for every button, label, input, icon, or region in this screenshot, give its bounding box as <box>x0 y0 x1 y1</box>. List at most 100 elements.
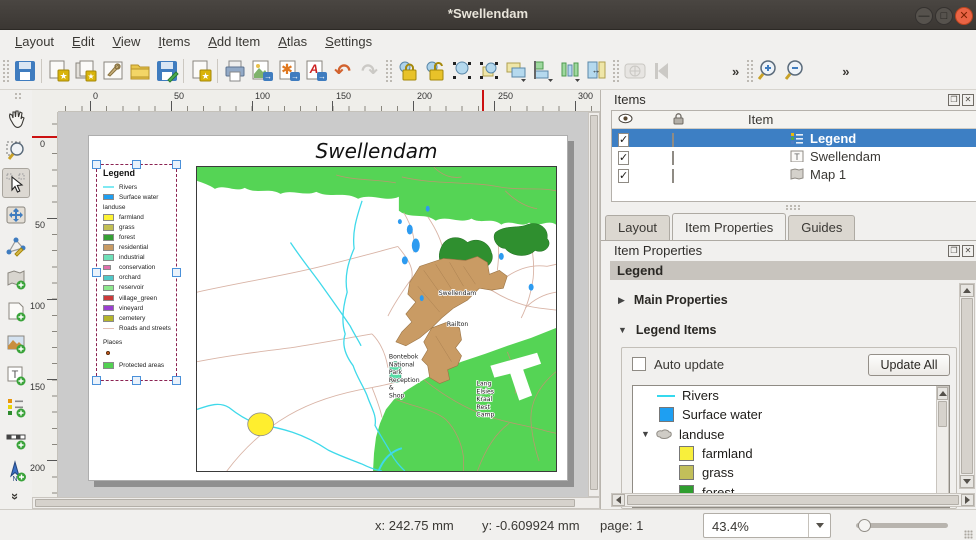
toolbar-grip[interactable] <box>2 59 9 83</box>
selection-handle-ne[interactable] <box>172 160 181 169</box>
zoom-tool-button[interactable] <box>2 136 30 166</box>
selection-handle-w[interactable] <box>92 268 101 277</box>
props-hscroll-thumb[interactable] <box>627 495 959 505</box>
scroll-left-button[interactable] <box>612 494 625 506</box>
list-item-surface-water[interactable]: Surface water <box>633 405 949 424</box>
list-vertical-scrollbar[interactable] <box>936 386 949 507</box>
scroll-up-button[interactable] <box>960 284 974 297</box>
palette-grip[interactable] <box>14 92 21 100</box>
zoom-level-combobox[interactable]: 43.4% <box>703 513 831 538</box>
palette-overflow-chevron[interactable]: » <box>2 488 30 504</box>
menu-edit[interactable]: Edit <box>63 31 103 52</box>
layout-manager-button[interactable] <box>99 57 126 85</box>
items-row-swellendam[interactable]: ✓ TSwellendam <box>612 147 976 165</box>
canvas-vertical-scrollbar[interactable] <box>588 112 600 497</box>
print-button[interactable] <box>221 57 248 85</box>
items-row-legend[interactable]: ✓ Legend <box>612 129 976 147</box>
layout-canvas[interactable]: Swellendam <box>58 112 588 497</box>
ungroup-items-button[interactable] <box>475 57 502 85</box>
duplicate-layout-button[interactable]: ★ <box>72 57 99 85</box>
align-items-button[interactable] <box>529 57 556 85</box>
menu-add-item[interactable]: Add Item <box>199 31 269 52</box>
menu-view[interactable]: View <box>103 31 149 52</box>
visibility-checkbox[interactable]: ✓ <box>618 169 629 183</box>
redo-button[interactable]: ↷ <box>356 57 383 85</box>
add-map-button[interactable] <box>2 264 30 294</box>
tab-layout[interactable]: Layout <box>605 215 670 240</box>
new-layout-button[interactable]: ★ <box>45 57 72 85</box>
lock-items-button[interactable] <box>394 57 421 85</box>
atlas-first-feature-button[interactable] <box>648 57 675 85</box>
expander-icon[interactable]: ▼ <box>641 429 655 439</box>
toolbar-grip[interactable] <box>746 59 753 83</box>
zoom-out-button[interactable] <box>782 57 809 85</box>
vertical-ruler[interactable]: 0 50 100 150 200 <box>32 112 58 497</box>
items-row-map1[interactable]: ✓ Map 1 <box>612 165 976 183</box>
zoom-slider-thumb[interactable] <box>858 519 871 532</box>
group-items-button[interactable] <box>448 57 475 85</box>
pan-tool-button[interactable] <box>2 104 30 134</box>
combo-dropdown-button[interactable] <box>808 514 830 537</box>
selection-handle-n[interactable] <box>132 160 141 169</box>
add-north-arrow-button[interactable]: N <box>2 456 30 486</box>
menu-atlas[interactable]: Atlas <box>269 31 316 52</box>
scroll-right-button[interactable] <box>961 494 974 506</box>
props-close-button[interactable]: ✕ <box>962 245 974 257</box>
horizontal-ruler[interactable]: 0 50 100 150 200 250 300 <box>58 90 600 112</box>
export-svg-button[interactable]: ✱→ <box>275 57 302 85</box>
lock-checkbox[interactable] <box>672 133 674 147</box>
items-panel-float-button[interactable]: ❐ <box>948 94 960 106</box>
menu-layout[interactable]: Layout <box>6 31 63 52</box>
tab-guides[interactable]: Guides <box>788 215 855 240</box>
add-scalebar-button[interactable] <box>2 424 30 454</box>
minimize-button[interactable]: — <box>915 7 933 25</box>
lock-checkbox[interactable] <box>672 151 674 165</box>
map-item[interactable]: Swellendam Railton Bontebok National Par… <box>196 166 557 472</box>
visibility-checkbox[interactable]: ✓ <box>618 133 629 147</box>
auto-update-checkbox[interactable] <box>632 357 646 371</box>
select-move-item-tool-button[interactable] <box>2 168 30 198</box>
add-picture-button[interactable] <box>2 328 30 358</box>
menu-items[interactable]: Items <box>149 31 199 52</box>
props-vscroll-thumb[interactable] <box>961 298 973 474</box>
legend-items-section[interactable]: ▼ Legend Items <box>618 323 717 337</box>
raise-items-button[interactable] <box>502 57 529 85</box>
map-title-item[interactable]: Swellendam <box>196 139 557 163</box>
list-item-rivers[interactable]: Rivers <box>633 386 949 405</box>
selection-handle-se[interactable] <box>172 376 181 385</box>
close-button[interactable]: ✕ <box>955 7 973 25</box>
save-as-button[interactable] <box>153 57 180 85</box>
toolbar-grip[interactable] <box>612 59 619 83</box>
add-from-template-button[interactable]: ★ <box>187 57 214 85</box>
items-panel-close-button[interactable]: ✕ <box>962 94 974 106</box>
resize-items-button[interactable]: ↔ <box>583 57 610 85</box>
window-resize-grip[interactable] <box>964 530 973 539</box>
selection-handle-nw[interactable] <box>92 160 101 169</box>
menu-settings[interactable]: Settings <box>316 31 381 52</box>
list-item-landuse[interactable]: ▼ landuse <box>633 425 949 444</box>
selection-handle-e[interactable] <box>172 268 181 277</box>
add-label-button[interactable]: T <box>2 360 30 390</box>
props-float-button[interactable]: ❐ <box>948 245 960 257</box>
list-item-grass[interactable]: grass <box>633 463 949 482</box>
move-content-tool-button[interactable] <box>2 200 30 230</box>
visibility-checkbox[interactable]: ✓ <box>618 151 629 165</box>
distribute-items-button[interactable] <box>556 57 583 85</box>
toolbar-overflow[interactable]: » <box>727 64 744 79</box>
selection-handle-sw[interactable] <box>92 376 101 385</box>
canvas-vscroll-thumb[interactable] <box>590 115 598 490</box>
canvas-hscroll-thumb[interactable] <box>35 499 575 507</box>
open-folder-button[interactable] <box>126 57 153 85</box>
list-item-farmland[interactable]: farmland <box>633 444 949 463</box>
add-legend-button[interactable] <box>2 392 30 422</box>
tab-item-properties[interactable]: Item Properties <box>672 213 786 240</box>
toolbar-grip[interactable] <box>385 59 392 83</box>
selection-handle-s[interactable] <box>132 376 141 385</box>
lock-checkbox[interactable] <box>672 169 674 183</box>
scroll-up-button[interactable] <box>937 387 948 400</box>
canvas-horizontal-scrollbar[interactable] <box>32 497 600 509</box>
main-properties-section[interactable]: ▶ Main Properties <box>618 293 728 307</box>
maximize-button[interactable]: □ <box>935 7 953 25</box>
add-page-button[interactable] <box>2 296 30 326</box>
update-all-button[interactable]: Update All <box>868 354 950 376</box>
